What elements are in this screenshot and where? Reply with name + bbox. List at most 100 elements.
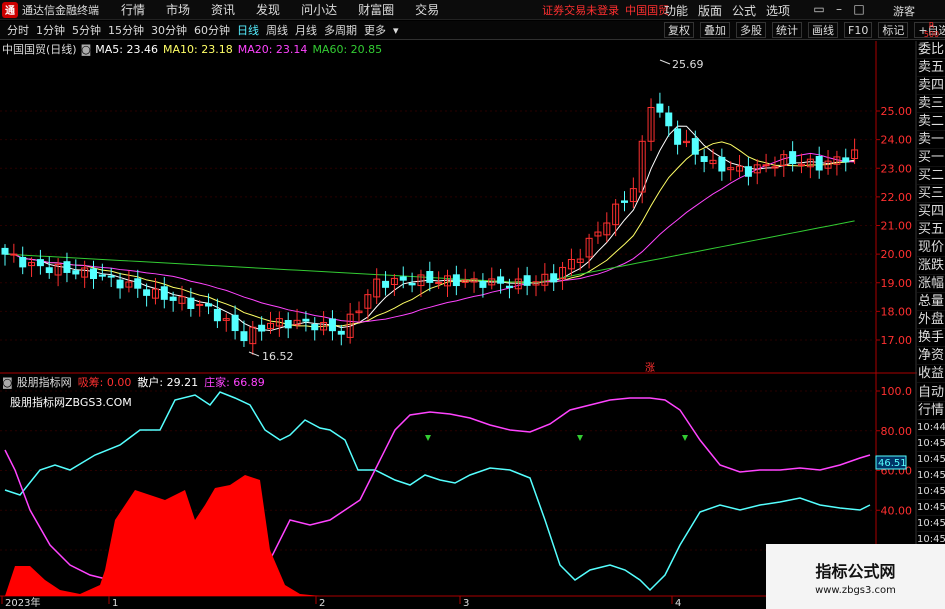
side-panel-item-15[interactable]: 外盘 bbox=[917, 311, 945, 329]
candle-body bbox=[762, 164, 770, 167]
price-tick-label: 25.00 bbox=[881, 105, 913, 118]
signal-marker bbox=[682, 435, 688, 441]
stock-title: 中国国贸(日线) bbox=[2, 43, 77, 56]
chart-canvas[interactable]: 25.00 24.00 23.00 22.00 21.00 20.00 19.00 18.00… bbox=[0, 0, 945, 609]
candle-body bbox=[435, 281, 443, 284]
candle-body bbox=[36, 259, 44, 267]
candle-body bbox=[72, 270, 80, 275]
side-panel-item-1[interactable]: 卖五 bbox=[917, 59, 945, 77]
candle-body bbox=[187, 297, 195, 309]
ma5-line bbox=[4, 125, 855, 332]
side-panel-item-14[interactable]: 总量 bbox=[917, 293, 945, 311]
candle-body bbox=[497, 276, 505, 284]
candle-body bbox=[656, 103, 664, 113]
header-toggle-icon[interactable]: ◙ bbox=[81, 43, 92, 56]
ma60-label: MA60: 20.85 bbox=[312, 42, 383, 56]
side-panel-item-7[interactable]: 买二 bbox=[917, 167, 945, 185]
side-panel-item-12[interactable]: 涨跌 bbox=[917, 257, 945, 275]
indicator-name[interactable]: 股朋指标网 bbox=[17, 374, 72, 390]
candle-body bbox=[160, 286, 168, 300]
indicator-toggle-icon[interactable]: ◙ bbox=[2, 376, 13, 389]
side-panel-item-9[interactable]: 买四 bbox=[917, 203, 945, 221]
side-panel-item-18[interactable]: 收益 bbox=[917, 365, 945, 383]
xichou-label: 吸筹: 0.00 bbox=[77, 376, 132, 389]
candle-body bbox=[19, 256, 27, 268]
candle-body bbox=[382, 280, 390, 288]
indicator-tick-label: 100.0 bbox=[881, 385, 913, 398]
candle-body bbox=[196, 303, 204, 306]
side-panel-item-3[interactable]: 卖三 bbox=[917, 95, 945, 113]
time-item-1: 10:45 bbox=[917, 436, 945, 452]
ma20-label: MA20: 23.14 bbox=[237, 42, 308, 56]
side-panel-item-13[interactable]: 涨幅 bbox=[917, 275, 945, 293]
price-tick-label: 24.00 bbox=[881, 134, 913, 147]
candle-body bbox=[311, 323, 319, 331]
side-panel-item-2[interactable]: 卖四 bbox=[917, 77, 945, 95]
candle-body bbox=[505, 285, 513, 289]
candle-body bbox=[718, 156, 726, 172]
side-panel-item-0[interactable]: 委比 bbox=[917, 41, 945, 59]
candle-body bbox=[107, 275, 115, 278]
candle-body bbox=[621, 200, 628, 203]
low-price-pointer bbox=[248, 351, 260, 357]
candle-body bbox=[205, 303, 213, 307]
candle-body bbox=[284, 319, 292, 329]
candle-body bbox=[143, 289, 151, 296]
candle-body bbox=[45, 267, 53, 274]
corner-badge: R 500 bbox=[918, 21, 945, 41]
candle-body bbox=[842, 157, 850, 163]
auto-quote-panel: 自动 行情 10:44 10:45 10:45 10:45 10:45 10:45 10:45 1… bbox=[917, 384, 945, 564]
ma10-label: MA10: 23.18 bbox=[163, 42, 233, 56]
candle-body bbox=[116, 279, 124, 289]
indicator-tick-label: 80.00 bbox=[881, 425, 913, 438]
price-tick-label: 20.00 bbox=[881, 248, 913, 261]
x-axis-label: 3 bbox=[463, 598, 469, 609]
candle-body bbox=[700, 156, 708, 162]
price-tick-label: 23.00 bbox=[881, 162, 913, 175]
side-panel-item-8[interactable]: 买三 bbox=[917, 185, 945, 203]
candle-body bbox=[169, 296, 177, 301]
side-panel-item-4[interactable]: 卖二 bbox=[917, 113, 945, 131]
side-panel-item-11[interactable]: 现价 bbox=[917, 239, 945, 257]
candle-body bbox=[1, 247, 9, 255]
candle-body bbox=[337, 330, 345, 335]
price-tick-label: 18.00 bbox=[881, 305, 913, 318]
candle-body bbox=[674, 128, 682, 145]
x-axis-label: 1 bbox=[112, 598, 118, 609]
zhuangjia-label: 庄家: 66.89 bbox=[204, 376, 265, 389]
ma10-line bbox=[4, 141, 855, 328]
candle-body bbox=[98, 274, 106, 277]
candle-body bbox=[302, 318, 310, 322]
high-price-label: 25.69 bbox=[672, 58, 704, 71]
indicator-tick-label: 40.00 bbox=[881, 504, 913, 517]
time-item-5: 10:45 bbox=[917, 500, 945, 516]
side-panel-item-5[interactable]: 卖一 bbox=[917, 131, 945, 149]
side-panel-item-6[interactable]: 买一 bbox=[917, 149, 945, 167]
price-tick-label: 22.00 bbox=[881, 191, 913, 204]
signal-marker bbox=[425, 435, 431, 441]
xichou-area bbox=[5, 475, 320, 596]
x-axis-label: 4 bbox=[675, 598, 681, 609]
time-item-3: 10:45 bbox=[917, 468, 945, 484]
ma20-line bbox=[4, 152, 855, 323]
candle-body bbox=[213, 308, 221, 322]
candle-body bbox=[452, 274, 460, 287]
time-item-4: 10:45 bbox=[917, 484, 945, 500]
side-panel-item-10[interactable]: 买五 bbox=[917, 221, 945, 239]
price-tick-label: 17.00 bbox=[881, 334, 913, 347]
candle-body bbox=[479, 280, 487, 288]
x-axis-label: 2 bbox=[319, 598, 325, 609]
candle-body bbox=[10, 253, 18, 256]
candle-body bbox=[408, 282, 416, 286]
side-panel-item-17[interactable]: 净资 bbox=[917, 347, 945, 365]
low-price-label: 16.52 bbox=[262, 350, 294, 363]
side-panel-item-16[interactable]: 换手 bbox=[917, 329, 945, 347]
candle-body bbox=[63, 261, 71, 273]
auto-panel-item-0[interactable]: 自动 bbox=[917, 384, 945, 402]
high-price-pointer bbox=[659, 59, 671, 65]
zhang-mark: 涨 bbox=[645, 362, 655, 374]
candle-body bbox=[523, 275, 531, 286]
auto-panel-item-1[interactable]: 行情 bbox=[917, 402, 945, 420]
sanhu-label: 散户: 29.21 bbox=[137, 376, 199, 389]
price-tick-label: 19.00 bbox=[881, 277, 913, 290]
